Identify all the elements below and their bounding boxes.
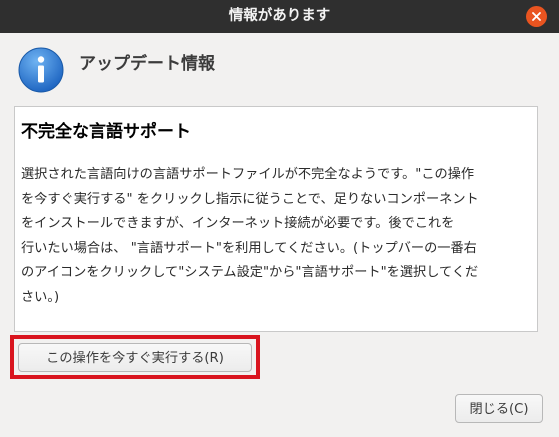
message-panel: 不完全な言語サポート 選択された言語向けの言語サポートファイルが不完全なようです… bbox=[14, 106, 538, 332]
window-title: 情報があります bbox=[228, 8, 331, 24]
info-dialog: 情報があります アップデート情報 不完全な言語サポート 選択された言語向けの言語… bbox=[0, 0, 559, 437]
message-line: をインストールできますが、インターネット接続が必要です。後でこれを bbox=[21, 216, 455, 231]
message-line: 行いたい場合は、 "言語サポート"を利用してください。(トップバーの一番右 bbox=[21, 240, 477, 256]
close-icon bbox=[532, 12, 541, 21]
info-icon bbox=[18, 47, 64, 93]
message-heading: 不完全な言語サポート bbox=[21, 122, 191, 142]
window-close-button[interactable] bbox=[526, 6, 547, 27]
message-line: 選択された言語向けの言語サポートファイルが不完全なようです。"この操作 bbox=[21, 167, 475, 182]
message-line: のアイコンをクリックして"システム設定"から"言語サポート"を選択してくだ bbox=[21, 265, 479, 280]
message-line: さい。) bbox=[21, 289, 60, 305]
dialog-header-title: アップデート情報 bbox=[79, 54, 215, 74]
close-button[interactable]: 閉じる(C) bbox=[455, 394, 543, 423]
message-line: を今すぐ実行する" をクリックし指示に従うことで、足りないコンポーネント bbox=[21, 191, 479, 207]
title-bar[interactable]: 情報があります bbox=[0, 0, 559, 33]
run-now-button[interactable]: この操作を今すぐ実行する(R) bbox=[18, 343, 252, 372]
message-body: 選択された言語向けの言語サポートファイルが不完全なようです。"この操作 を今すぐ… bbox=[21, 163, 535, 310]
